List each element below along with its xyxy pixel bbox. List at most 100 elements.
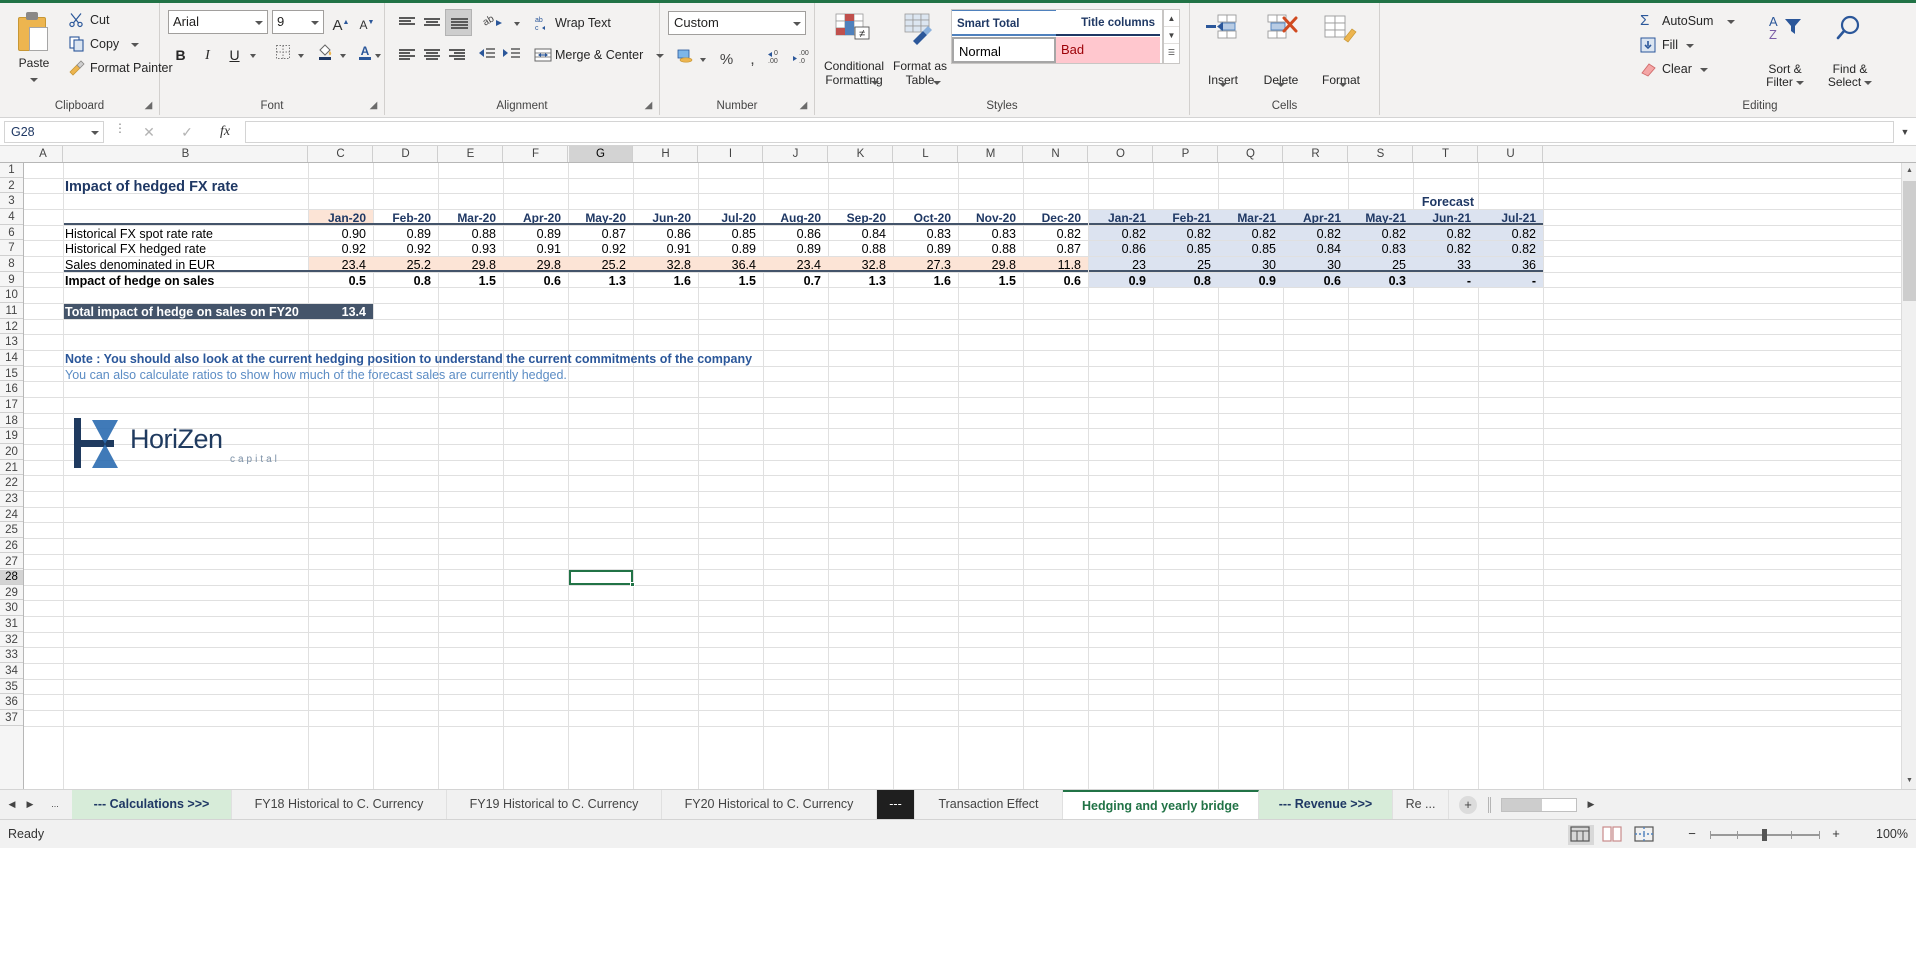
row-header-20[interactable]: 20 (0, 444, 23, 460)
decrease-indent-button[interactable] (475, 43, 499, 67)
row-header-1[interactable]: 1 (0, 163, 23, 178)
column-header-t[interactable]: T (1414, 146, 1478, 162)
value-3-10[interactable]: 1.5 (960, 274, 1020, 288)
zoom-in-button[interactable]: + (1828, 826, 1844, 842)
page-layout-view-button[interactable] (1600, 825, 1626, 845)
row-header-24[interactable]: 24 (0, 507, 23, 523)
value-1-13[interactable]: 0.85 (1155, 242, 1215, 256)
cell-styles-gallery[interactable]: Smart Total Title columns Normal Bad (951, 9, 1163, 64)
font-dialog-launcher[interactable]: ◢ (367, 99, 380, 112)
column-header-d[interactable]: D (374, 146, 438, 162)
value-3-2[interactable]: 1.5 (440, 274, 500, 288)
align-right-button[interactable] (445, 43, 469, 67)
value-1-9[interactable]: 0.89 (895, 242, 955, 256)
value-0-16[interactable]: 0.82 (1350, 227, 1410, 241)
paste-chevron-down-icon[interactable] (30, 77, 38, 82)
column-header-p[interactable]: P (1154, 146, 1218, 162)
row-header-22[interactable]: 22 (0, 476, 23, 491)
value-1-5[interactable]: 0.91 (635, 242, 695, 256)
nav-first-sheet-button[interactable]: ◀ (4, 797, 20, 813)
row-header-23[interactable]: 23 (0, 491, 23, 507)
cell-style-normal[interactable]: Normal (952, 37, 1056, 63)
normal-view-button[interactable] (1568, 825, 1594, 845)
value-1-7[interactable]: 0.89 (765, 242, 825, 256)
merge-center-button[interactable]: Merge & Center (533, 43, 664, 67)
bold-button[interactable]: B (168, 43, 193, 68)
value-1-4[interactable]: 0.92 (570, 242, 630, 256)
borders-chevron-down-icon[interactable] (295, 43, 308, 68)
sheet-tab-7[interactable]: --- Revenue >>> (1259, 790, 1393, 819)
styles-gallery-scrollbar[interactable]: ▲ ▼ ☰ (1163, 9, 1180, 64)
value-1-2[interactable]: 0.93 (440, 242, 500, 256)
copy-button[interactable]: Copy (66, 33, 139, 55)
value-1-11[interactable]: 0.87 (1025, 242, 1085, 256)
row-header-36[interactable]: 36 (0, 695, 23, 711)
column-header-a[interactable]: A (24, 146, 63, 162)
value-3-15[interactable]: 0.6 (1285, 274, 1345, 288)
sheet-tab-2[interactable]: FY19 Historical to C. Currency (447, 790, 662, 819)
row-header-9[interactable]: 9 (0, 272, 23, 288)
row-header-28[interactable]: 28 (0, 570, 23, 585)
row-header-3[interactable]: 3 (0, 194, 23, 209)
value-0-11[interactable]: 0.82 (1025, 227, 1085, 241)
row-header-30[interactable]: 30 (0, 601, 23, 617)
cell-style-smart-total[interactable]: Smart Total (952, 10, 1056, 36)
decrease-decimal-button[interactable]: 0 .00 (766, 47, 790, 72)
value-1-0[interactable]: 0.92 (310, 242, 370, 256)
column-header-c[interactable]: C (309, 146, 373, 162)
row-header-19[interactable]: 19 (0, 429, 23, 444)
value-0-2[interactable]: 0.88 (440, 227, 500, 241)
font-name-input[interactable]: Arial (168, 10, 268, 34)
scroll-up-arrow-icon[interactable]: ▲ (1902, 163, 1916, 179)
align-bottom-button[interactable] (445, 9, 472, 36)
paste-button[interactable]: Paste (6, 9, 62, 91)
value-0-0[interactable]: 0.90 (310, 227, 370, 241)
styles-gallery-scroll-down[interactable]: ▼ (1164, 27, 1179, 44)
sheet-tab-6[interactable]: Hedging and yearly bridge (1063, 790, 1259, 819)
value-0-5[interactable]: 0.86 (635, 227, 695, 241)
formula-input[interactable] (245, 121, 1894, 143)
cut-button[interactable]: Cut (66, 9, 109, 31)
delete-chevron-down-icon[interactable] (1277, 83, 1285, 87)
value-0-17[interactable]: 0.82 (1415, 227, 1475, 241)
row-label-0[interactable]: Historical FX spot rate rate (65, 227, 300, 241)
orientation-button[interactable]: ab (481, 11, 510, 35)
value-0-13[interactable]: 0.82 (1155, 227, 1215, 241)
value-0-3[interactable]: 0.89 (505, 227, 565, 241)
conditional-formatting-chevron-down-icon[interactable] (871, 81, 879, 85)
value-3-14[interactable]: 0.9 (1220, 274, 1280, 288)
row-header-17[interactable]: 17 (0, 397, 23, 413)
font-size-chevron-down-icon[interactable] (311, 21, 319, 25)
value-1-16[interactable]: 0.83 (1350, 242, 1410, 256)
autosum-chevron-down-icon[interactable] (1726, 19, 1735, 24)
value-3-13[interactable]: 0.8 (1155, 274, 1215, 288)
column-header-n[interactable]: N (1024, 146, 1088, 162)
cell-style-bad[interactable]: Bad (1056, 37, 1160, 63)
row-header-21[interactable]: 21 (0, 460, 23, 476)
sort-filter-button[interactable]: A Z Sort & Filter (1754, 9, 1816, 91)
row-header-14[interactable]: 14 (0, 350, 23, 366)
column-header-u[interactable]: U (1479, 146, 1543, 162)
sheet-title[interactable]: Impact of hedged FX rate (65, 179, 465, 194)
column-header-h[interactable]: H (634, 146, 698, 162)
value-1-18[interactable]: 0.82 (1480, 242, 1540, 256)
value-0-18[interactable]: 0.82 (1480, 227, 1540, 241)
value-1-6[interactable]: 0.89 (700, 242, 760, 256)
value-0-9[interactable]: 0.83 (895, 227, 955, 241)
row-header-6[interactable]: 6 (0, 225, 23, 241)
column-header-l[interactable]: L (894, 146, 958, 162)
column-header-g[interactable]: G (569, 146, 633, 162)
value-3-3[interactable]: 0.6 (505, 274, 565, 288)
value-0-8[interactable]: 0.84 (830, 227, 890, 241)
value-0-10[interactable]: 0.83 (960, 227, 1020, 241)
vertical-scroll-thumb[interactable] (1903, 181, 1916, 301)
fill-color-chevron-down-icon[interactable] (337, 43, 350, 68)
column-header-q[interactable]: Q (1219, 146, 1283, 162)
scroll-down-arrow-icon[interactable]: ▼ (1902, 773, 1916, 789)
italic-button[interactable]: I (195, 43, 220, 68)
column-header-s[interactable]: S (1349, 146, 1413, 162)
insert-cells-button[interactable]: Insert (1194, 9, 1252, 91)
row-header-37[interactable]: 37 (0, 711, 23, 726)
row-header-25[interactable]: 25 (0, 523, 23, 538)
value-1-8[interactable]: 0.88 (830, 242, 890, 256)
